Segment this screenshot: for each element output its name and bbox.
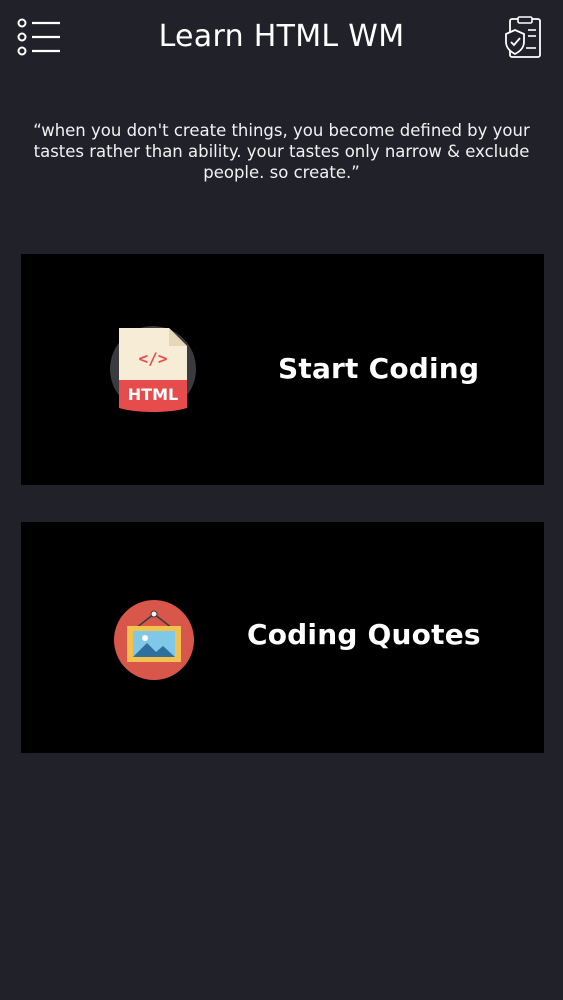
html-file-label: HTML xyxy=(128,385,178,404)
app-title: Learn HTML WM xyxy=(158,19,405,54)
html-code-glyph: </> xyxy=(139,349,168,368)
picture-frame-icon xyxy=(114,600,194,680)
motivational-quote: “when you don't create things, you becom… xyxy=(33,121,530,182)
privacy-document-shield-icon xyxy=(505,16,541,58)
start-coding-card[interactable]: </> HTML Start Coding xyxy=(21,254,544,485)
coding-quotes-card[interactable]: Coding Quotes xyxy=(21,522,544,753)
html-file-icon: </> HTML xyxy=(110,326,196,412)
privacy-policy-button[interactable] xyxy=(502,16,546,60)
coding-quotes-label: Coding Quotes xyxy=(247,618,481,651)
app-header: Learn HTML WM xyxy=(0,0,563,80)
start-coding-label: Start Coding xyxy=(278,352,480,385)
